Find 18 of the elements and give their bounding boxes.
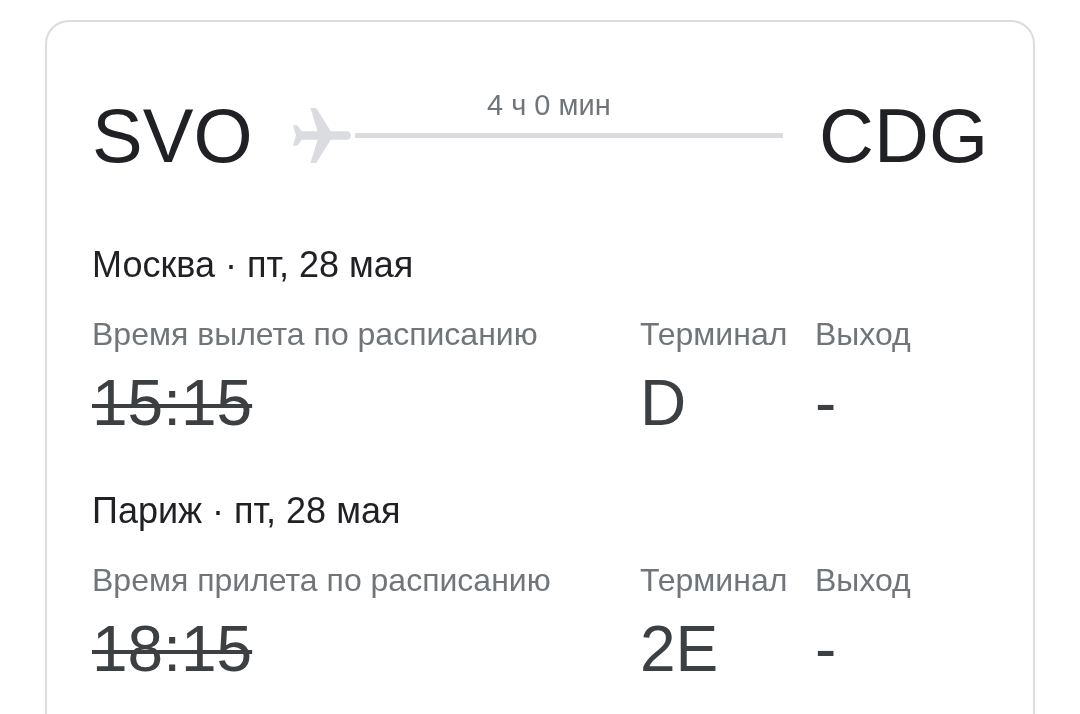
- scheduled-time: 18:15: [92, 613, 253, 685]
- terminal-label: Терминал: [640, 315, 788, 354]
- time-label: Время вылета по расписанию: [92, 315, 538, 354]
- flight-duration: 4 ч 0 мин: [486, 90, 611, 120]
- terminal-label: Терминал: [640, 561, 788, 600]
- terminal-value: D: [640, 367, 687, 439]
- gate-label: Выход: [815, 561, 911, 600]
- gate-value: -: [815, 613, 837, 685]
- gate-label: Выход: [815, 315, 911, 354]
- scheduled-time: 15:15: [92, 367, 253, 439]
- origin-code: SVO: [92, 97, 253, 174]
- terminal-value: 2E: [640, 613, 719, 685]
- city-date: Москва · пт, 28 мая: [92, 243, 414, 287]
- time-label: Время прилета по расписанию: [92, 561, 551, 600]
- city-date: Париж · пт, 28 мая: [92, 489, 401, 533]
- plane-icon: [292, 108, 351, 163]
- destination-code: CDG: [819, 97, 988, 174]
- gate-value: -: [815, 367, 837, 439]
